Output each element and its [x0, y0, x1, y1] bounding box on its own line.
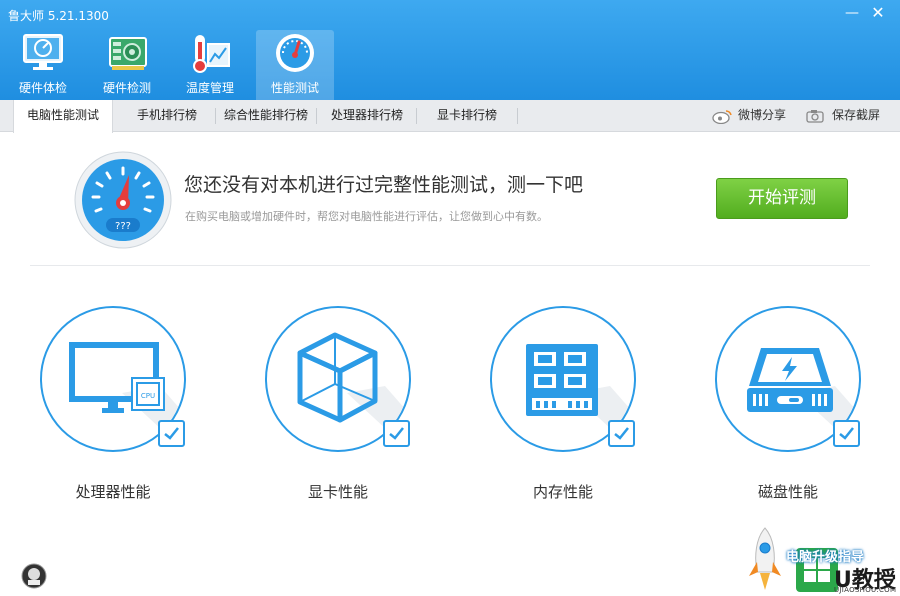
memory-performance-label: 内存性能 — [532, 483, 593, 501]
toolbar-item-label: 性能测试 — [270, 81, 319, 95]
hero-subline: 在购买电脑或增加硬件时，帮您对电脑性能进行评估，让您做到心中有数。 — [185, 210, 548, 223]
tab-pc-performance[interactable]: 电脑性能测试 — [13, 100, 113, 133]
toolbar-item-label: 硬件体检 — [18, 81, 67, 95]
checkmark-icon — [614, 427, 629, 440]
tab-separator — [215, 108, 216, 124]
cpu-performance-card[interactable]: CPU — [40, 306, 190, 456]
tab-gpu-ranking[interactable]: 显卡排行榜 — [420, 100, 514, 132]
toolbar-item-hardware-check[interactable]: 硬件体检 — [4, 30, 82, 100]
toolbar-item-label: 温度管理 — [185, 81, 234, 95]
circuit-board-icon — [109, 37, 147, 70]
toolbar-item-performance[interactable]: 性能测试 — [256, 30, 334, 100]
tuxedo-mascot-icon[interactable] — [20, 563, 48, 589]
cpu-chip-label: CPU — [141, 392, 155, 400]
cpu-performance-label: 处理器性能 — [75, 483, 151, 501]
app-title: 鲁大师 5.21.1300 — [8, 9, 109, 23]
tab-overall-ranking[interactable]: 综合性能排行榜 — [218, 100, 314, 132]
gpu-performance-label: 显卡性能 — [307, 483, 368, 501]
speedometer-icon — [276, 34, 314, 72]
disk-performance-label: 磁盘性能 — [757, 483, 818, 501]
monitor-icon — [23, 34, 63, 70]
minimize-button[interactable]: — — [840, 2, 864, 24]
checkmark-icon — [164, 427, 179, 440]
toolbar-item-temperature[interactable]: 温度管理 — [171, 30, 249, 100]
sub-navigation: 电脑性能测试 手机排行榜 综合性能排行榜 处理器排行榜 显卡排行榜 微博分享 保… — [0, 100, 900, 133]
cpu-checkbox[interactable] — [158, 420, 185, 447]
checkmark-icon — [839, 427, 854, 440]
toolbar-item-hardware-detect[interactable]: 硬件检测 — [88, 30, 166, 100]
close-button[interactable]: ✕ — [866, 2, 890, 24]
save-screenshot-label: 保存截屏 — [832, 108, 881, 122]
checkmark-icon — [389, 427, 404, 440]
memory-checkbox[interactable] — [608, 420, 635, 447]
weibo-share-button[interactable]: 微博分享 — [712, 100, 786, 132]
promo-domain: UJIAOSHOU.COM — [834, 586, 897, 594]
tab-separator — [416, 108, 417, 124]
tab-cpu-ranking[interactable]: 处理器排行榜 — [320, 100, 414, 132]
toolbar-area: 鲁大师 5.21.1300 — ✕ 硬件体检 硬件检测 温度管理 性能测试 — [0, 0, 900, 100]
performance-gauge-icon: ??? — [74, 151, 172, 249]
camera-icon — [806, 110, 824, 123]
memory-performance-card[interactable] — [490, 306, 640, 456]
thermometer-icon — [193, 35, 230, 73]
gauge-value: ??? — [115, 221, 131, 232]
tab-phone-ranking[interactable]: 手机排行榜 — [122, 100, 212, 132]
start-test-button[interactable]: 开始评测 — [716, 178, 848, 219]
rocket-icon — [749, 527, 781, 590]
promo-banner[interactable]: 电脑升级指导 U教授 UJIAOSHOU.COM — [746, 524, 900, 596]
gpu-performance-card[interactable] — [265, 306, 415, 456]
weibo-share-label: 微博分享 — [738, 108, 787, 122]
tab-separator — [316, 108, 317, 124]
gpu-checkbox[interactable] — [383, 420, 410, 447]
weibo-icon — [712, 110, 732, 124]
save-screenshot-button[interactable]: 保存截屏 — [806, 100, 880, 132]
toolbar-item-label: 硬件检测 — [102, 81, 151, 95]
disk-performance-card[interactable] — [715, 306, 865, 456]
divider — [30, 265, 870, 266]
tab-separator — [517, 108, 518, 124]
hero-headline: 您还没有对本机进行过完整性能测试，测一下吧 — [184, 174, 584, 196]
disk-checkbox[interactable] — [833, 420, 860, 447]
